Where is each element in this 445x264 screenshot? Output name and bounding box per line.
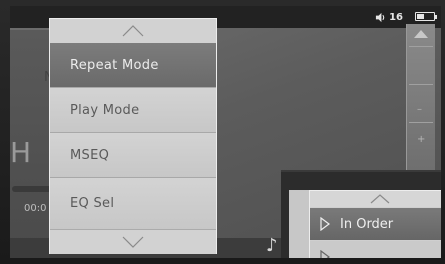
minus-icon[interactable]: – [417,104,422,115]
submenu-scroll-up[interactable] [310,191,441,207]
menu-item-label: Play Mode [70,102,140,118]
menu-item-label: EQ Sel [70,196,115,211]
submenu-side-pane [289,190,309,258]
chevron-down-icon [122,236,144,248]
submenu-item-in-order[interactable]: In Order [310,208,441,240]
menu-item-label: MSEQ [70,147,110,163]
menu-item-repeat-mode[interactable]: Repeat Mode [50,43,216,88]
menu-item-eq-sel[interactable]: EQ Sel [50,178,216,229]
volume-slider[interactable]: – + [406,24,435,174]
album-art-fragment: H [10,136,32,169]
menu-scroll-down[interactable] [50,229,216,254]
submenu-item-next[interactable] [310,241,441,258]
settings-menu: Repeat Mode Play Mode MSEQ EQ Sel [49,18,217,254]
music-note-icon: ♪ [266,235,278,256]
elapsed-time: 00:0 [24,203,47,214]
device-bezel: N H 00:0 ♪ 16 – [0,0,445,264]
plus-icon[interactable]: + [417,134,425,145]
volume-indicator: 16 [375,11,403,23]
progress-bar[interactable] [12,186,52,192]
volume-up-icon[interactable] [414,30,428,38]
speaker-icon [375,12,385,22]
menu-item-play-mode[interactable]: Play Mode [50,88,216,133]
battery-icon [415,12,437,21]
menu-scroll-up[interactable] [50,19,216,44]
play-triangle-icon [320,217,330,231]
chevron-up-icon [370,194,390,204]
submenu-item-label: In Order [340,216,394,232]
chevron-up-icon [122,25,144,37]
repeat-mode-submenu: In Order [281,170,441,258]
submenu-list: In Order [309,190,441,258]
menu-item-mseq[interactable]: MSEQ [50,133,216,178]
play-triangle-icon [320,250,330,258]
player-screen: N H 00:0 ♪ 16 – [10,6,441,258]
menu-item-label: Repeat Mode [70,57,159,73]
volume-level: 16 [389,11,403,23]
